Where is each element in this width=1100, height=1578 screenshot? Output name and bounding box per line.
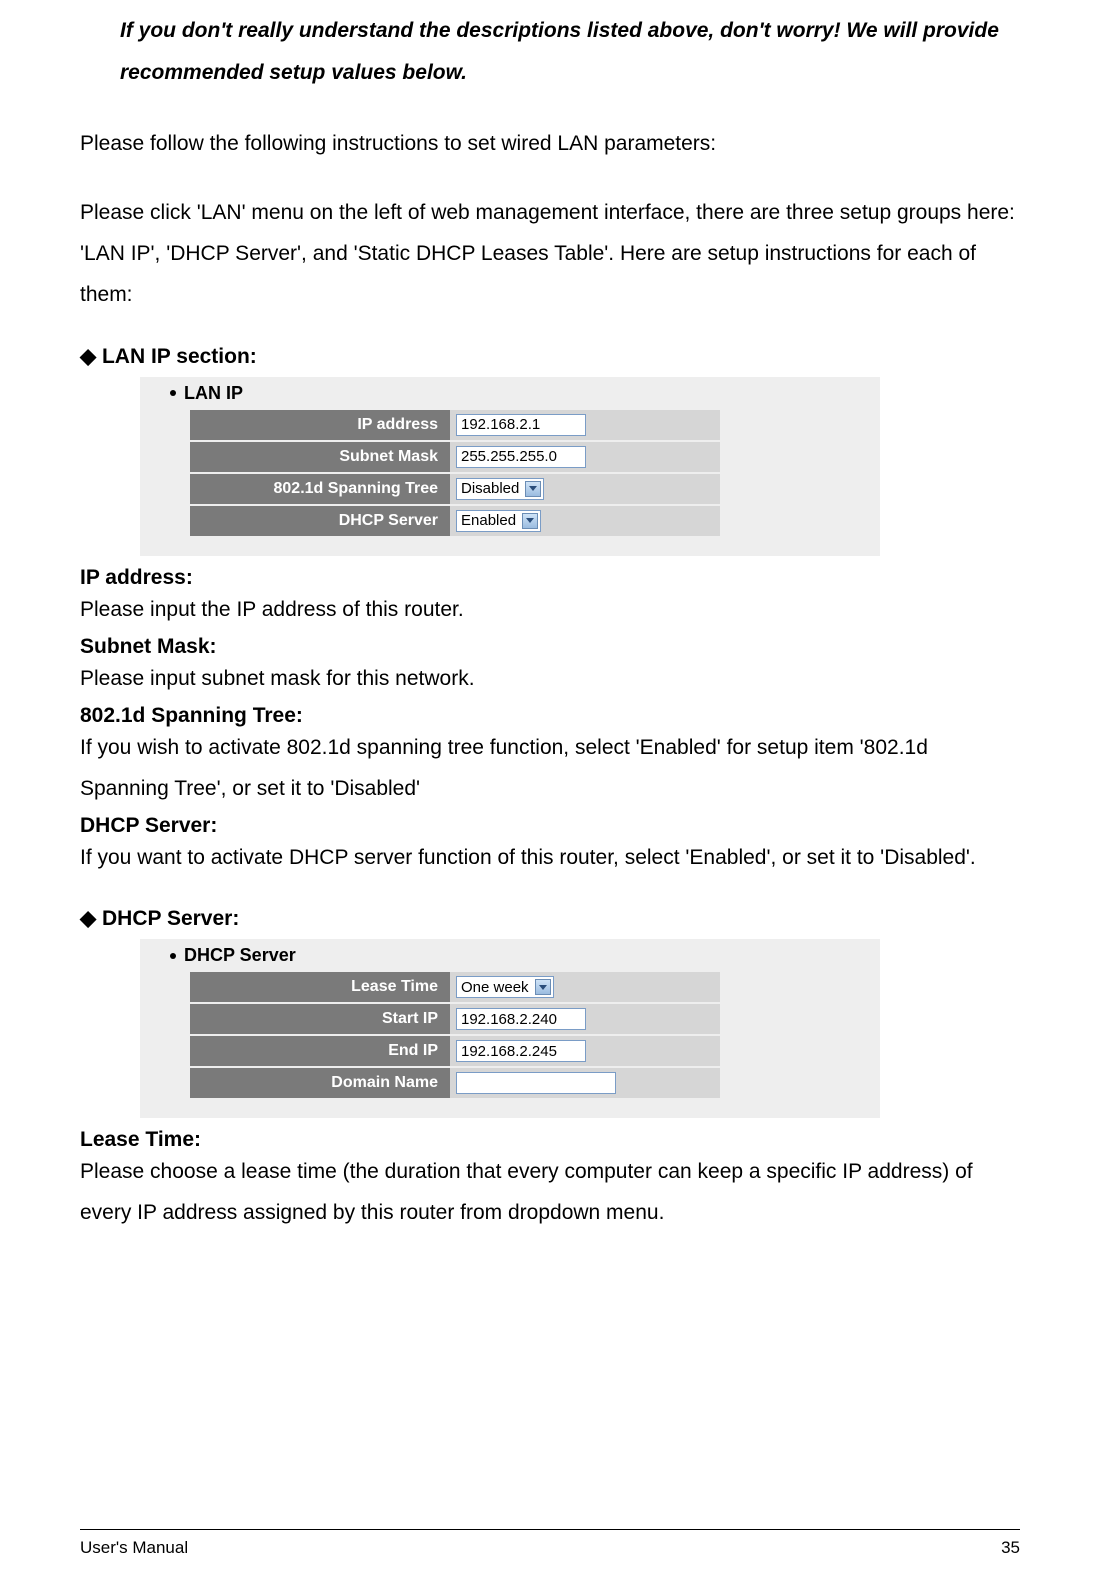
spanning-tree-value: Disabled: [461, 480, 525, 497]
footer-left: User's Manual: [80, 1538, 188, 1558]
dhcp-heading: ◆ DHCP Server:: [80, 906, 1020, 931]
lease-time-desc-heading: Lease Time:: [80, 1128, 1020, 1152]
end-ip-cell: [450, 1036, 720, 1066]
ip-address-input[interactable]: [456, 414, 586, 436]
dhcp-server-cell: Enabled: [450, 506, 720, 536]
table-row: 802.1d Spanning Tree Disabled: [190, 474, 720, 504]
ip-address-desc-heading: IP address:: [80, 566, 1020, 590]
domain-name-label: Domain Name: [190, 1068, 450, 1098]
dropdown-button: [535, 979, 551, 995]
table-row: DHCP Server Enabled: [190, 506, 720, 536]
ip-address-cell: [450, 410, 720, 440]
spanning-tree-cell: Disabled: [450, 474, 720, 504]
subnet-mask-input[interactable]: [456, 446, 586, 468]
table-row: Lease Time One week: [190, 972, 720, 1002]
dhcp-heading-text: DHCP Server:: [102, 907, 239, 930]
chevron-down-icon: [526, 518, 534, 523]
lease-time-cell: One week: [450, 972, 720, 1002]
dhcp-server-select[interactable]: Enabled: [456, 510, 541, 532]
subnet-mask-desc: Please input subnet mask for this networ…: [80, 659, 1020, 700]
domain-name-cell: [450, 1068, 720, 1098]
chevron-down-icon: [529, 486, 537, 491]
lan-ip-heading: ◆ LAN IP section:: [80, 344, 1020, 369]
diamond-icon: ◆: [80, 345, 102, 368]
bullet-icon: [170, 953, 176, 959]
lan-ip-table: IP address Subnet Mask 802.1d Spanning T…: [190, 408, 720, 538]
subnet-mask-label: Subnet Mask: [190, 442, 450, 472]
lease-time-select[interactable]: One week: [456, 976, 554, 998]
intro-p2: Please click 'LAN' menu on the left of w…: [80, 193, 1020, 316]
dhcp-server-label: DHCP Server: [190, 506, 450, 536]
diamond-icon: ◆: [80, 907, 102, 930]
start-ip-label: Start IP: [190, 1004, 450, 1034]
spanning-tree-select[interactable]: Disabled: [456, 478, 544, 500]
dhcp-server-value: Enabled: [461, 512, 522, 529]
bullet-icon: [170, 390, 176, 396]
footer-rule: [80, 1529, 1020, 1530]
dropdown-button: [525, 481, 541, 497]
intro-note: If you don't really understand the descr…: [80, 10, 1020, 94]
ip-address-label: IP address: [190, 410, 450, 440]
page-number: 35: [1001, 1538, 1020, 1558]
lan-ip-ss-title: LAN IP: [184, 383, 243, 404]
dhcp-server-desc-heading: DHCP Server:: [80, 814, 1020, 838]
end-ip-label: End IP: [190, 1036, 450, 1066]
spanning-tree-desc: If you wish to activate 802.1d spanning …: [80, 728, 1020, 810]
ip-address-desc: Please input the IP address of this rout…: [80, 590, 1020, 631]
table-row: IP address: [190, 410, 720, 440]
dhcp-server-screenshot: DHCP Server Lease Time One week Start IP: [140, 939, 880, 1118]
spanning-tree-desc-heading: 802.1d Spanning Tree:: [80, 704, 1020, 728]
chevron-down-icon: [539, 985, 547, 990]
page-footer: User's Manual 35: [80, 1529, 1020, 1558]
table-row: Subnet Mask: [190, 442, 720, 472]
lan-ip-screenshot: LAN IP IP address Subnet Mask 802.1d Spa…: [140, 377, 880, 556]
table-row: Start IP: [190, 1004, 720, 1034]
lan-ip-heading-text: LAN IP section:: [102, 345, 257, 368]
dropdown-button: [522, 513, 538, 529]
start-ip-cell: [450, 1004, 720, 1034]
end-ip-input[interactable]: [456, 1040, 586, 1062]
dhcp-table: Lease Time One week Start IP End IP: [190, 970, 720, 1100]
table-row: End IP: [190, 1036, 720, 1066]
table-row: Domain Name: [190, 1068, 720, 1098]
subnet-mask-cell: [450, 442, 720, 472]
domain-name-input[interactable]: [456, 1072, 616, 1094]
lease-time-label: Lease Time: [190, 972, 450, 1002]
lease-time-value: One week: [461, 979, 535, 996]
intro-p1: Please follow the following instructions…: [80, 124, 1020, 165]
dhcp-server-desc: If you want to activate DHCP server func…: [80, 838, 1020, 879]
dhcp-ss-title: DHCP Server: [184, 945, 296, 966]
start-ip-input[interactable]: [456, 1008, 586, 1030]
subnet-mask-desc-heading: Subnet Mask:: [80, 635, 1020, 659]
spanning-tree-label: 802.1d Spanning Tree: [190, 474, 450, 504]
lease-time-desc: Please choose a lease time (the duration…: [80, 1152, 1020, 1234]
